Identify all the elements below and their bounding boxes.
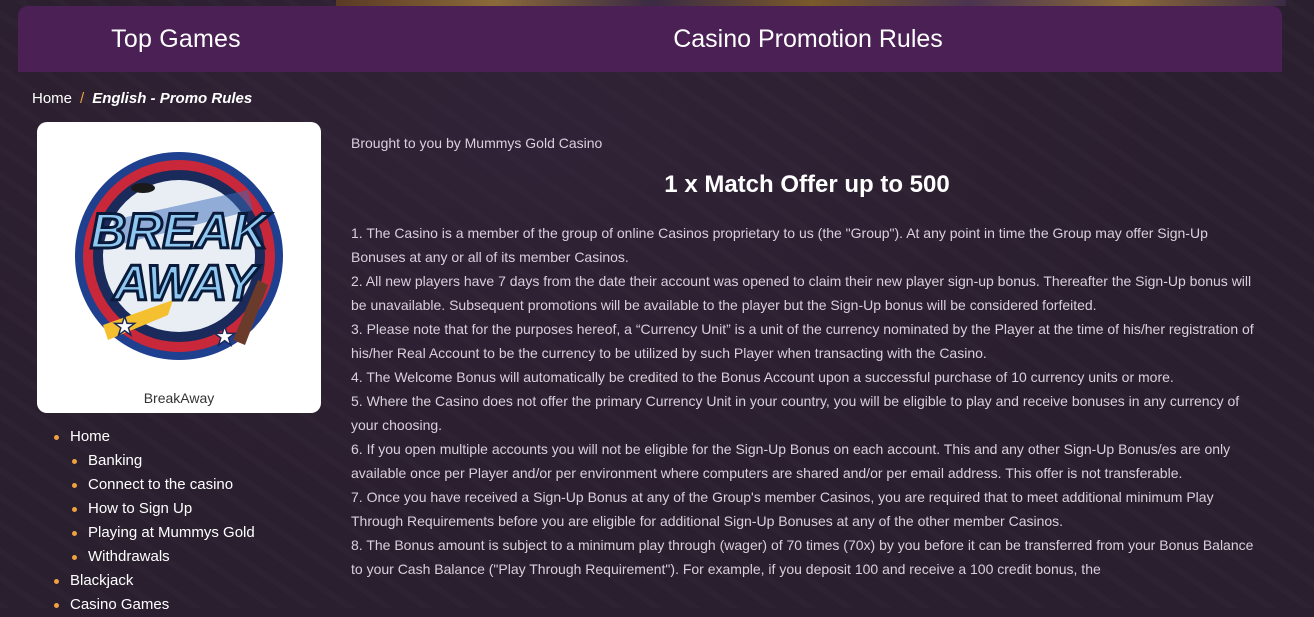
sidebar-item[interactable]: How to Sign Up: [52, 497, 255, 521]
sidebar-item-label: How to Sign Up: [88, 500, 193, 517]
bullet-icon: [72, 507, 77, 512]
rule-paragraph: 6. If you open multiple accounts you wil…: [351, 441, 1231, 481]
sidebar-item-label: Home: [70, 428, 111, 445]
rule-paragraph: 8. The Bonus amount is subject to a mini…: [351, 537, 1254, 577]
rule-paragraph: 4. The Welcome Bonus will automatically …: [351, 369, 1174, 385]
sidebar-item-label: Playing at Mummys Gold: [88, 524, 255, 541]
rules-list: 1. The Casino is a member of the group o…: [351, 221, 1263, 581]
offer-title: 1 x Match Offer up to 500: [664, 171, 950, 198]
bullet-icon: [72, 459, 77, 464]
bullet-icon: [72, 531, 77, 536]
sidebar-item[interactable]: Banking: [52, 449, 255, 473]
sidebar-item-label: Connect to the casino: [88, 476, 234, 493]
bullet-icon: [72, 483, 77, 488]
svg-text:★: ★: [113, 311, 136, 341]
sidebar-item-label: Banking: [88, 452, 143, 469]
logo-text-break: BREAK: [90, 203, 272, 259]
sidebar-item[interactable]: Home: [52, 425, 255, 449]
sidebar-item-label: Blackjack: [70, 572, 134, 589]
rule-paragraph: 7. Once you have received a Sign-Up Bonu…: [351, 489, 1214, 529]
sidebar-nav: Home Banking Connect to the casino How to S…: [52, 425, 255, 617]
svg-text:★: ★: [213, 321, 236, 351]
game-card[interactable]: BREAK AWAY ★ ★ BreakAway: [37, 122, 321, 413]
sidebar-item-label: Casino Games: [70, 596, 170, 613]
breadcrumb-separator: /: [80, 90, 85, 107]
breadcrumb-current: English - Promo Rules: [92, 90, 253, 107]
logo-text-away: AWAY: [111, 255, 261, 311]
top-games-heading: Top Games: [111, 24, 241, 53]
sidebar-item[interactable]: Blackjack: [52, 569, 255, 593]
rule-paragraph: 3. Please note that for the purposes her…: [351, 321, 1254, 361]
rule-paragraph: 5. Where the Casino does not offer the p…: [351, 393, 1240, 433]
sidebar-item-label: Withdrawals: [88, 548, 170, 565]
main-content: Brought to you by Mummys Gold Casino 1 x…: [351, 133, 1263, 581]
breadcrumb-home-link[interactable]: Home: [32, 90, 72, 107]
bullet-icon: [54, 435, 59, 440]
sidebar-item[interactable]: Withdrawals: [52, 545, 255, 569]
bullet-icon: [54, 579, 59, 584]
breadcrumb: Home / English - Promo Rules: [32, 90, 252, 107]
rule-paragraph: 1. The Casino is a member of the group o…: [351, 225, 1208, 265]
page-title: Casino Promotion Rules: [673, 24, 943, 53]
sidebar-item[interactable]: Playing at Mummys Gold: [52, 521, 255, 545]
intro-text: Brought to you by Mummys Gold Casino: [351, 135, 603, 151]
bullet-icon: [54, 603, 59, 608]
rule-paragraph: 2. All new players have 7 days from the …: [351, 273, 1252, 313]
bullet-icon: [72, 555, 77, 560]
breakaway-logo: BREAK AWAY ★ ★: [75, 152, 283, 360]
game-name: BreakAway: [143, 390, 215, 406]
sidebar-item[interactable]: Casino Games: [52, 593, 255, 617]
sidebar-item[interactable]: Connect to the casino: [52, 473, 255, 497]
